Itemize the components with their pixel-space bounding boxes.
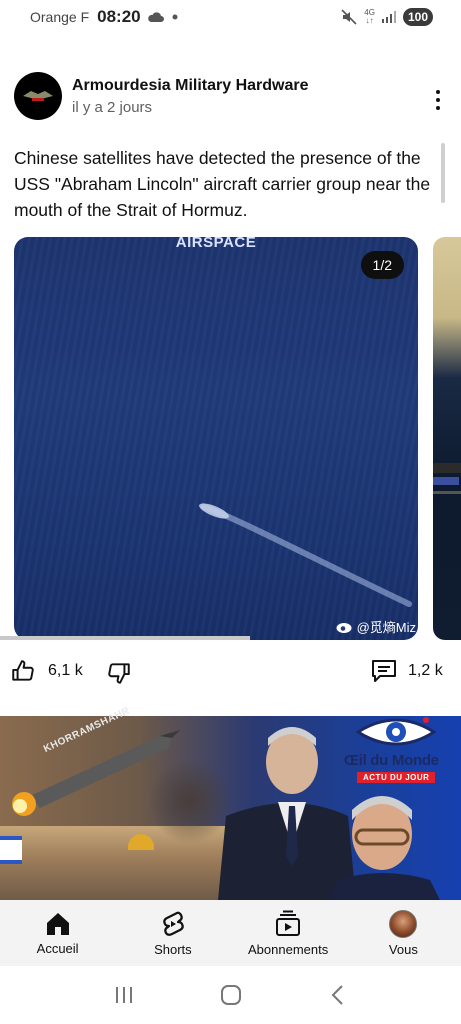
brand-name: Œil du Monde <box>344 752 439 769</box>
avatar <box>389 909 418 938</box>
battery-indicator: 100 <box>402 8 433 26</box>
more-dot-icon <box>436 98 440 102</box>
eye-logo-icon <box>356 717 436 746</box>
post-timestamp: il y a 2 jours <box>72 98 153 116</box>
brand-tag: ACTU DU JOUR <box>357 772 436 783</box>
missile-graphic <box>12 730 180 816</box>
network-label: 4G ↓↑ <box>364 8 375 25</box>
system-navigation <box>0 966 461 1024</box>
status-bar: Orange F 08:20 4G ↓↑ 100 <box>0 0 461 34</box>
channel-avatar[interactable] <box>14 72 62 120</box>
comment-button[interactable]: 1,2 k <box>370 658 443 684</box>
ship-wake-icon <box>199 503 412 607</box>
clock: 08:20 <box>97 7 141 26</box>
text-scroll-indicator <box>441 143 445 203</box>
next-image-overlay <box>433 463 461 494</box>
image-caption-airspace: AIRSPACE <box>175 237 257 251</box>
cloud-icon <box>147 12 164 22</box>
like-count: 6,1 k <box>48 662 83 679</box>
thumbs-up-icon <box>12 660 34 681</box>
post-image-carousel[interactable]: AIRSPACE 1/2 @觅熵Miz <box>14 237 418 640</box>
post-text[interactable]: Chinese satellites have detected the pre… <box>14 145 434 223</box>
carousel-next-image[interactable] <box>433 237 461 640</box>
bottom-navigation: Accueil Shorts Abonnements Vous <box>0 900 461 966</box>
image-watermark: @觅熵Miz <box>336 617 416 636</box>
post-actions: 6,1 k 1,2 k <box>0 652 461 696</box>
nav-item-you[interactable]: Vous <box>346 900 461 966</box>
nav-label-you: Vous <box>388 941 418 957</box>
channel-name[interactable]: Armourdesia Military Hardware <box>72 77 309 95</box>
post-header: Armourdesia Military Hardware il y a 2 j… <box>14 70 454 122</box>
carousel-counter: 1/2 <box>360 251 404 279</box>
shorts-icon <box>163 911 184 936</box>
nav-item-shorts[interactable]: Shorts <box>115 900 230 966</box>
nav-label-home: Accueil <box>36 940 79 956</box>
more-dot-icon <box>436 106 440 110</box>
nav-label-shorts: Shorts <box>154 941 192 957</box>
dislike-button[interactable] <box>106 660 132 691</box>
nav-item-home[interactable]: Accueil <box>0 900 115 966</box>
home-button-icon[interactable] <box>220 984 242 1006</box>
more-options-button[interactable] <box>428 88 448 112</box>
channel-logo-icon <box>23 91 53 101</box>
thumbs-down-icon <box>108 663 130 684</box>
dot-icon <box>172 14 178 20</box>
subscriptions-icon <box>276 910 301 936</box>
nav-item-subscriptions[interactable]: Abonnements <box>231 900 346 966</box>
recent-apps-icon[interactable] <box>113 985 135 1005</box>
signal-icon <box>381 11 396 23</box>
like-button[interactable]: 6,1 k <box>10 658 83 684</box>
carrier-label: Orange F <box>30 9 90 25</box>
presenter-graphic <box>330 796 440 900</box>
home-icon <box>46 912 69 935</box>
mute-icon <box>341 9 357 25</box>
nav-label-subscriptions: Abonnements <box>248 941 329 957</box>
carousel-progress-bar <box>0 636 250 640</box>
comment-icon <box>372 660 396 682</box>
comment-count: 1,2 k <box>408 662 443 679</box>
more-dot-icon <box>436 90 440 94</box>
back-icon[interactable] <box>328 984 348 1006</box>
flag-graphic <box>0 836 22 864</box>
weibo-icon <box>336 622 352 633</box>
